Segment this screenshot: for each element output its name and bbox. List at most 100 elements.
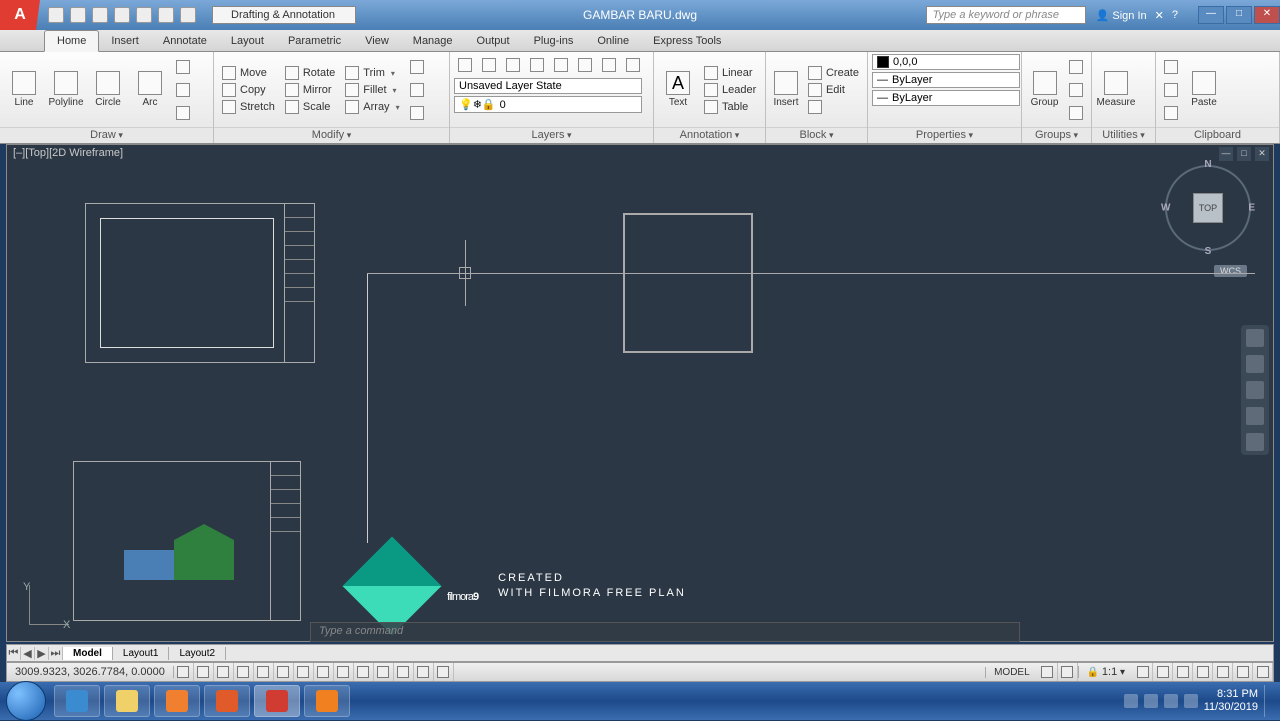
copy-tool[interactable]: Copy	[218, 82, 279, 98]
group-edit-icon[interactable]	[1065, 79, 1087, 101]
maximize-button[interactable]: □	[1226, 6, 1252, 24]
tab-plugins[interactable]: Plug-ins	[522, 31, 586, 51]
isolate-objects-icon[interactable]	[1233, 663, 1253, 681]
hardware-accel-icon[interactable]	[1213, 663, 1233, 681]
tray-action-center-icon[interactable]	[1144, 694, 1158, 708]
quickview-drawings-icon[interactable]	[1058, 663, 1078, 681]
cut-icon[interactable]	[1160, 56, 1182, 78]
exchange-icon[interactable]: ✕	[1155, 9, 1164, 22]
layout-tab-layout2[interactable]: Layout2	[169, 647, 226, 660]
qat-open-icon[interactable]	[70, 7, 86, 23]
ellipse-tool[interactable]	[172, 79, 194, 101]
anno-scale-dropdown[interactable]: 🔒 1:1 ▾	[1078, 666, 1133, 678]
ungroup-icon[interactable]	[1065, 56, 1087, 78]
copy-clip-icon[interactable]	[1160, 79, 1182, 101]
panel-annotation-title[interactable]: Annotation	[680, 129, 740, 141]
quickview-layouts-icon[interactable]	[1038, 663, 1058, 681]
wcs-badge[interactable]: WCS	[1214, 265, 1247, 277]
block-attr-tool[interactable]	[804, 99, 863, 115]
layer-more-icon[interactable]	[622, 54, 644, 76]
qat-plot-icon[interactable]	[136, 7, 152, 23]
panel-clipboard-title[interactable]: Clipboard	[1194, 129, 1241, 141]
layout-tab-model[interactable]: Model	[63, 647, 113, 660]
lineweight-dropdown[interactable]: — ByLayer	[872, 72, 1020, 88]
viewcube[interactable]: N S E W TOP	[1163, 163, 1253, 253]
mirror-tool[interactable]: Mirror	[281, 82, 339, 98]
tray-show-hidden-icon[interactable]	[1124, 694, 1138, 708]
anno-visibility-icon[interactable]	[1133, 663, 1153, 681]
tab-layout[interactable]: Layout	[219, 31, 276, 51]
line-tool[interactable]: Line	[4, 69, 44, 110]
app-menu-button[interactable]: A	[0, 0, 40, 30]
dyn-input-toggle[interactable]	[354, 663, 374, 681]
help-icon[interactable]: ?	[1172, 9, 1178, 21]
tab-manage[interactable]: Manage	[401, 31, 465, 51]
hatch-tool[interactable]	[172, 102, 194, 124]
signin-button[interactable]: 👤 Sign In	[1096, 9, 1147, 22]
infer-constraints-toggle[interactable]	[174, 663, 194, 681]
viewcube-top-face[interactable]: TOP	[1193, 193, 1223, 223]
qat-new-icon[interactable]	[48, 7, 64, 23]
rectangle-tool[interactable]	[172, 56, 194, 78]
panel-utilities-title[interactable]: Utilities	[1102, 129, 1144, 141]
model-space-button[interactable]: MODEL	[985, 667, 1038, 678]
layout-next-icon[interactable]: ▶	[35, 647, 49, 660]
layout-first-icon[interactable]: ⏮	[7, 647, 21, 660]
quickprops-toggle[interactable]	[414, 663, 434, 681]
panel-block-title[interactable]: Block	[800, 129, 834, 141]
workspace-switch-icon[interactable]	[1173, 663, 1193, 681]
show-desktop-button[interactable]	[1264, 685, 1272, 717]
layout-last-icon[interactable]: ⏭	[49, 647, 63, 660]
tray-volume-icon[interactable]	[1184, 694, 1198, 708]
workspace-dropdown[interactable]: Drafting & Annotation	[212, 6, 356, 24]
osnap3d-toggle[interactable]	[294, 663, 314, 681]
drawing-viewport[interactable]: [–][Top][2D Wireframe] — □ ✕ N S E W TOP…	[6, 144, 1274, 642]
otrack-toggle[interactable]	[314, 663, 334, 681]
explode-tool[interactable]	[406, 79, 428, 101]
erase-tool[interactable]	[406, 56, 428, 78]
panel-layers-title[interactable]: Layers	[531, 129, 571, 141]
ortho-toggle[interactable]	[234, 663, 254, 681]
layout-prev-icon[interactable]: ◀	[21, 647, 35, 660]
text-tool[interactable]: AText	[658, 69, 698, 110]
array-tool[interactable]: Array	[341, 99, 403, 115]
minimize-button[interactable]: —	[1198, 6, 1224, 24]
showmotion-icon[interactable]	[1246, 433, 1264, 451]
infocenter-search[interactable]: Type a keyword or phrase	[926, 6, 1086, 24]
qat-undo-icon[interactable]	[158, 7, 174, 23]
move-tool[interactable]: Move	[218, 65, 279, 81]
clean-screen-icon[interactable]	[1253, 663, 1273, 681]
tab-insert[interactable]: Insert	[99, 31, 151, 51]
viewport-label[interactable]: [–][Top][2D Wireframe]	[13, 147, 123, 159]
tab-express[interactable]: Express Tools	[641, 31, 733, 51]
linear-dim-tool[interactable]: Linear	[700, 65, 760, 81]
vp-restore[interactable]: □	[1237, 147, 1251, 161]
grid-toggle[interactable]	[214, 663, 234, 681]
selection-cycle-toggle[interactable]	[434, 663, 454, 681]
scale-tool[interactable]: Scale	[281, 99, 339, 115]
trim-tool[interactable]: Trim	[341, 65, 403, 81]
linetype-dropdown[interactable]: — ByLayer	[872, 90, 1020, 106]
taskbar-firefox[interactable]	[204, 685, 250, 717]
polyline-tool[interactable]: Polyline	[46, 69, 86, 110]
arc-tool[interactable]: Arc	[130, 69, 170, 110]
qat-redo-icon[interactable]	[180, 7, 196, 23]
panel-properties-title[interactable]: Properties	[916, 129, 973, 141]
osnap-toggle[interactable]	[274, 663, 294, 681]
layer-prop-icon[interactable]	[454, 54, 476, 76]
qat-saveas-icon[interactable]	[114, 7, 130, 23]
tray-clock[interactable]: 8:31 PM11/30/2019	[1204, 688, 1258, 714]
command-line[interactable]: Type a command	[310, 622, 1020, 642]
match-icon[interactable]	[1160, 102, 1182, 124]
layer-current-dropdown[interactable]: 💡❄🔒 0	[454, 96, 642, 113]
tab-output[interactable]: Output	[465, 31, 522, 51]
layer-match-icon[interactable]	[550, 54, 572, 76]
start-button[interactable]	[6, 681, 46, 721]
steering-wheel-icon[interactable]	[1246, 329, 1264, 347]
taskbar-mediaplayer[interactable]	[154, 685, 200, 717]
taskbar-vlc[interactable]	[304, 685, 350, 717]
circle-tool[interactable]: Circle	[88, 69, 128, 110]
toolbar-lock-icon[interactable]	[1193, 663, 1213, 681]
layer-freeze-icon[interactable]	[502, 54, 524, 76]
offset-tool[interactable]	[406, 102, 428, 124]
